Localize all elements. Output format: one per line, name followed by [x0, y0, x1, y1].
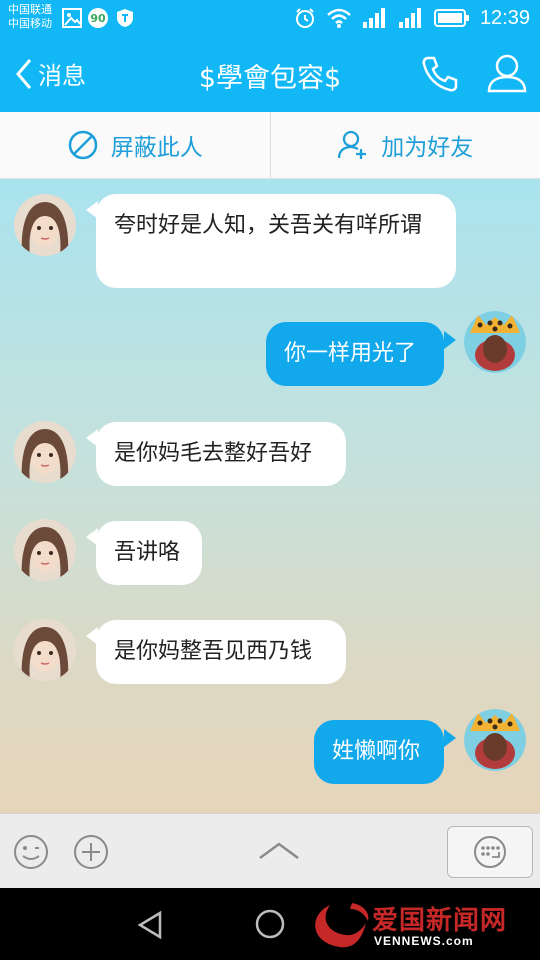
shield-icon [117, 9, 133, 27]
chevron-up-icon[interactable] [256, 838, 302, 864]
chat-input-bar [0, 813, 540, 889]
profile-icon[interactable] [486, 52, 528, 94]
message-text: 夸时好是人知，关吾关有咩所谓 [114, 213, 423, 238]
clock: 12:39 [479, 6, 530, 29]
home-nav-icon[interactable] [254, 908, 286, 940]
contact-avatar-image [14, 421, 76, 483]
message-text: 吾讲咯 [114, 540, 181, 565]
block-user-label: 屏蔽此人 [110, 135, 203, 161]
plus-icon[interactable] [72, 833, 110, 871]
message-bubble-outgoing[interactable]: 你一样用光了 [266, 322, 444, 386]
contact-avatar-image [14, 519, 76, 581]
alarm-icon [295, 8, 314, 28]
block-icon [68, 130, 97, 160]
contact-avatar-image [14, 619, 76, 681]
contact-avatar[interactable] [14, 421, 76, 483]
contact-avatar[interactable] [14, 519, 76, 581]
message-text: 姓懒啊你 [332, 739, 421, 764]
back-nav-icon[interactable] [136, 910, 164, 940]
contact-avatar-image [14, 194, 76, 256]
score-badge: 90 [88, 8, 108, 28]
signal-icon-1 [362, 8, 385, 28]
message-text: 是你妈毛去整好吾好 [114, 441, 313, 466]
emoji-icon[interactable] [12, 833, 50, 871]
carrier-2: 中国移动 [8, 17, 52, 30]
back-label: 消息 [38, 62, 86, 90]
chevron-left-icon [16, 58, 32, 89]
score-badge-value: 90 [90, 11, 106, 25]
chat-header: 消息 $學會包容$ [0, 36, 540, 112]
my-avatar-image [464, 709, 526, 771]
message-bubble-incoming[interactable]: 吾讲咯 [96, 521, 202, 585]
message-text: 是你妈整吾见西乃钱 [114, 639, 313, 664]
back-button[interactable]: 消息 [14, 56, 86, 91]
bubble-tail [444, 729, 456, 747]
message-text: 你一样用光了 [284, 341, 417, 366]
carrier-info: 中国联通 中国移动 [8, 3, 52, 31]
chat-messages-area[interactable]: 夸时好是人知，关吾关有咩所谓 你一样用光了 是你妈毛去整好吾好 吾讲咯 是你妈整… [0, 179, 540, 813]
wifi-icon [327, 8, 351, 28]
phone-call-icon[interactable] [420, 54, 460, 94]
message-bubble-outgoing[interactable]: 姓懒啊你 [314, 720, 444, 784]
gallery-notification-icon [62, 8, 82, 28]
add-friend-button[interactable]: 加为好友 [271, 112, 540, 178]
add-friend-icon [338, 130, 367, 159]
battery-icon [433, 9, 469, 27]
add-friend-label: 加为好友 [381, 135, 474, 161]
contact-avatar[interactable] [14, 194, 76, 256]
message-bubble-incoming[interactable]: 是你妈毛去整好吾好 [96, 422, 346, 486]
message-bubble-incoming[interactable]: 夸时好是人知，关吾关有咩所谓 [96, 194, 456, 288]
my-avatar[interactable] [464, 311, 526, 373]
my-avatar-image [464, 311, 526, 373]
chat-title: $學會包容$ [198, 63, 342, 94]
stranger-actions-bar: 屏蔽此人 加为好友 [0, 112, 540, 179]
watermark-domain: VENNEWS.com [374, 934, 474, 948]
contact-avatar[interactable] [14, 619, 76, 681]
status-bar: 中国联通 中国移动 90 12:39 [0, 0, 540, 36]
my-avatar[interactable] [464, 709, 526, 771]
keyboard-icon [474, 836, 506, 868]
keyboard-toggle-button[interactable] [447, 826, 533, 878]
message-bubble-incoming[interactable]: 是你妈整吾见西乃钱 [96, 620, 346, 684]
block-user-button[interactable]: 屏蔽此人 [0, 112, 270, 178]
signal-icon-2 [398, 8, 421, 28]
watermark-title: 爱国新闻网 [372, 906, 508, 936]
carrier-1: 中国联通 [8, 3, 52, 16]
bubble-tail [444, 331, 456, 349]
